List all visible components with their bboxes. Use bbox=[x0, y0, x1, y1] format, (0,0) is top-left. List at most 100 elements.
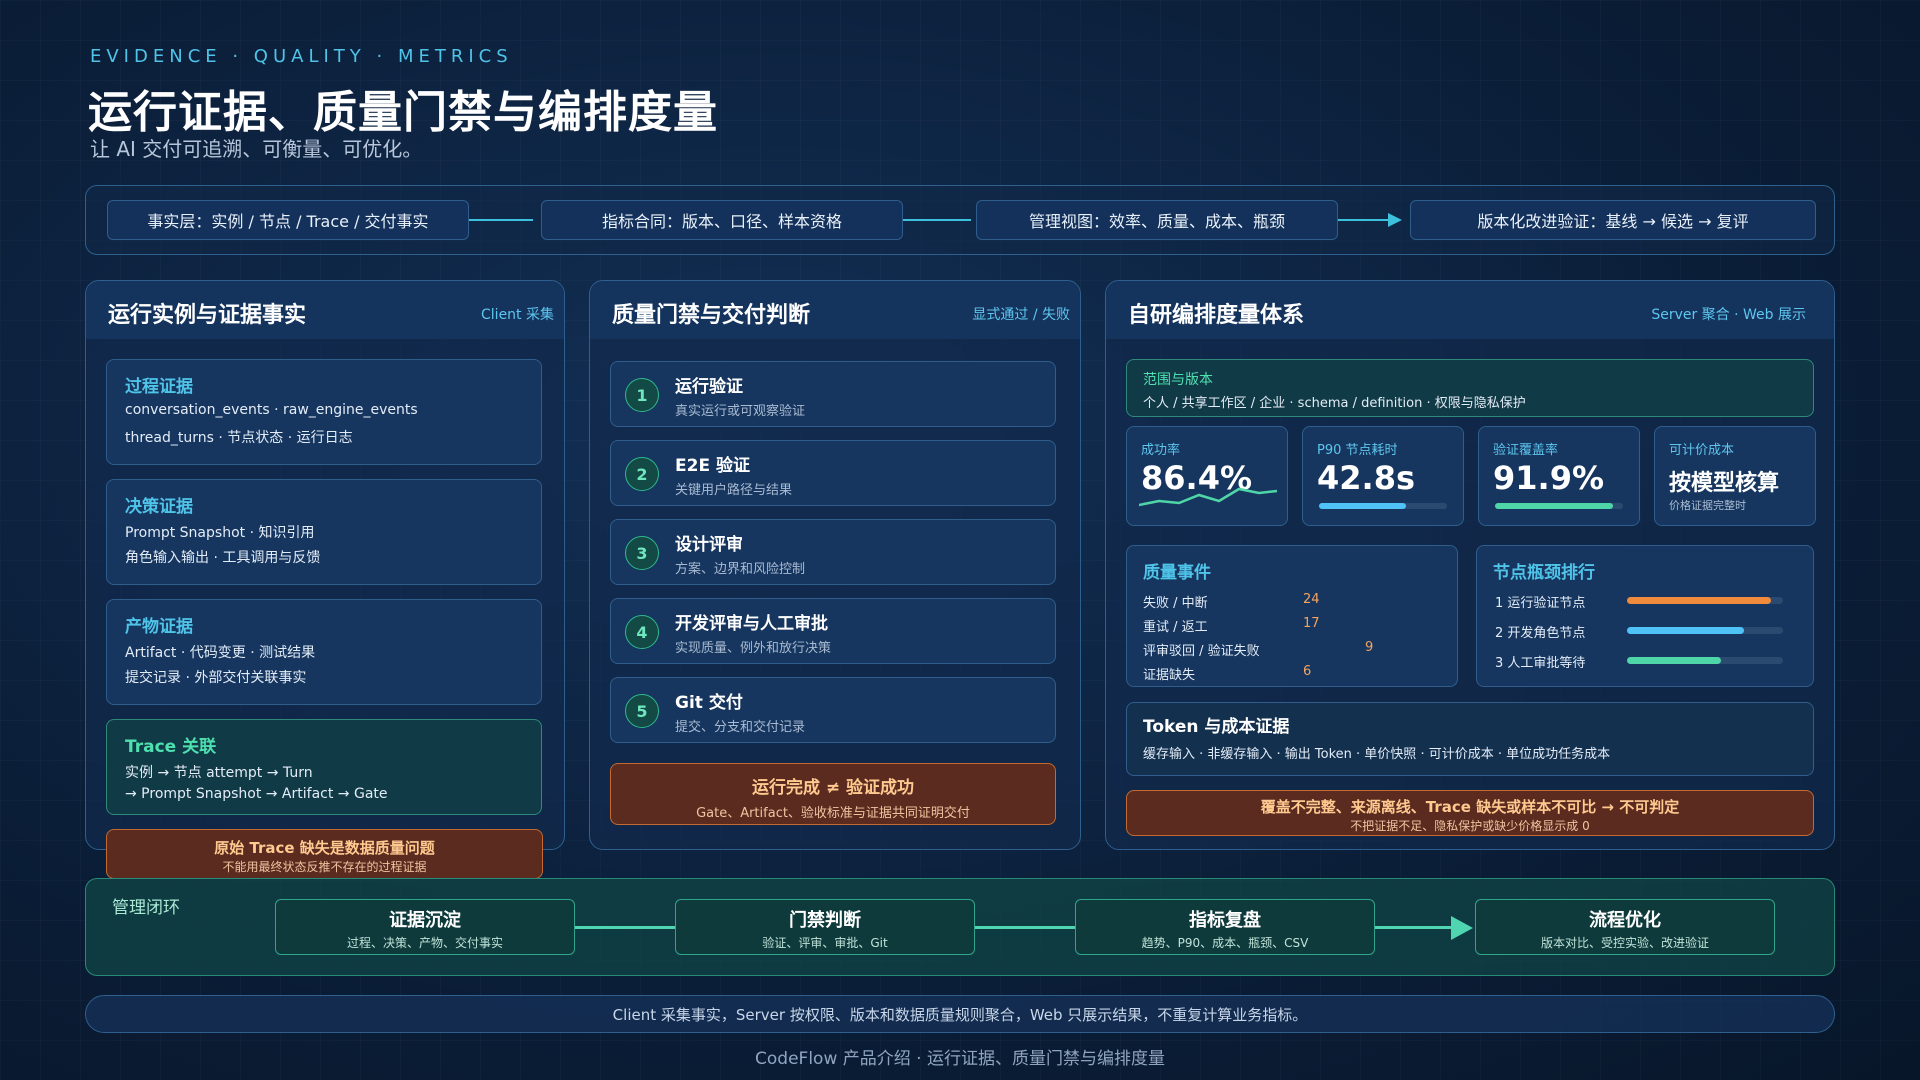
success-rate-sparkline bbox=[1139, 487, 1278, 507]
loop-step-gate: 门禁判断 验证、评审、审批、Git bbox=[675, 899, 975, 955]
panel-title: 运行实例与证据事实 bbox=[108, 303, 307, 328]
pipeline-connector bbox=[469, 219, 533, 221]
warning-main: 原始 Trace 缺失是数据质量问题 bbox=[214, 839, 435, 857]
quality-events-panel: 质量事件 失败 / 中断 24 重试 / 返工 17 评审驳回 / 验证失败 9… bbox=[1126, 545, 1458, 687]
event-count: 6 bbox=[1303, 664, 1312, 679]
event-label: 失败 / 中断 bbox=[1143, 596, 1208, 611]
loop-connector bbox=[1375, 926, 1455, 929]
panel-tag: Client 采集 bbox=[481, 307, 554, 323]
panel-title: 质量门禁与交付判断 bbox=[612, 303, 811, 328]
progress-track bbox=[1319, 503, 1447, 509]
orchestration-metrics-panel: 自研编排度量体系 Server 聚合 · Web 展示 范围与版本 个人 / 共… bbox=[1105, 280, 1835, 850]
event-label: 重试 / 返工 bbox=[1143, 620, 1208, 635]
bottleneck-track bbox=[1627, 657, 1783, 664]
card-title: Trace 关联 bbox=[125, 737, 217, 757]
kpi-value: 42.8s bbox=[1317, 459, 1415, 497]
panel-tag: 显式通过 / 失败 bbox=[972, 307, 1070, 323]
event-label: 证据缺失 bbox=[1143, 668, 1196, 683]
card-line: conversation_events · raw_engine_events bbox=[125, 402, 418, 418]
loop-step-sub: 验证、评审、审批、Git bbox=[762, 936, 888, 950]
bottleneck-label: 3 人工审批等待 bbox=[1495, 656, 1586, 671]
card-title: 过程证据 bbox=[125, 377, 193, 397]
gate-run-verification: 1 运行验证 真实运行或可观察验证 bbox=[610, 361, 1056, 427]
undeterminable-warning: 覆盖不完整、来源离线、Trace 缺失或样本不可比 → 不可判定 不把证据不足、… bbox=[1126, 790, 1814, 836]
trace-link-card: Trace 关联 实例 → 节点 attempt → Turn → Prompt… bbox=[106, 719, 542, 815]
gate-title: 设计评审 bbox=[675, 535, 743, 555]
top-pipeline: 事实层：实例 / 节点 / Trace / 交付事实 指标合同：版本、口径、样本… bbox=[85, 185, 1835, 255]
step-number-badge: 5 bbox=[625, 694, 659, 728]
bottleneck-fill bbox=[1627, 597, 1771, 604]
gate-e2e-verification: 2 E2E 验证 关键用户路径与结果 bbox=[610, 440, 1056, 506]
card-line: thread_turns · 节点状态 · 运行日志 bbox=[125, 430, 353, 446]
token-cost-desc: 缓存输入 · 非缓存输入 · 输出 Token · 单价快照 · 可计价成本 ·… bbox=[1143, 747, 1611, 762]
gate-dev-review-approval: 4 开发评审与人工审批 实现质量、例外和放行决策 bbox=[610, 598, 1056, 664]
pipeline-connector bbox=[1338, 219, 1392, 221]
arrow-right-icon bbox=[1388, 213, 1402, 227]
bottleneck-fill bbox=[1627, 657, 1721, 664]
loop-step-sub: 过程、决策、产物、交付事实 bbox=[346, 936, 503, 950]
step-number-badge: 4 bbox=[625, 615, 659, 649]
loop-step-title: 门禁判断 bbox=[789, 910, 861, 931]
event-count: 9 bbox=[1365, 640, 1374, 655]
page-subtitle: 让 AI 交付可追溯、可衡量、可优化。 bbox=[90, 137, 423, 161]
bottleneck-title: 节点瓶颈排行 bbox=[1493, 563, 1595, 583]
loop-step-title: 指标复盘 bbox=[1189, 910, 1261, 931]
gate-desc: 实现质量、例外和放行决策 bbox=[675, 641, 832, 656]
event-count: 24 bbox=[1303, 592, 1320, 607]
panel-tag: Server 聚合 · Web 展示 bbox=[1651, 307, 1806, 323]
loop-step-sub: 趋势、P90、成本、瓶颈、CSV bbox=[1141, 936, 1309, 950]
step-number-badge: 2 bbox=[625, 457, 659, 491]
step-number-badge: 1 bbox=[625, 378, 659, 412]
kpi-value: 91.9% bbox=[1493, 459, 1605, 497]
card-line: Artifact · 代码变更 · 测试结果 bbox=[125, 645, 316, 661]
kpi-success-rate: 成功率 86.4% bbox=[1126, 426, 1288, 526]
bottleneck-label: 2 开发角色节点 bbox=[1495, 626, 1586, 641]
panel-title: 自研编排度量体系 bbox=[1128, 303, 1305, 328]
loop-step-title: 证据沉淀 bbox=[389, 910, 461, 931]
footer: CodeFlow 产品介绍 · 运行证据、质量门禁与编排度量 bbox=[755, 1049, 1165, 1069]
bottleneck-label: 1 运行验证节点 bbox=[1495, 596, 1586, 611]
decision-evidence-card: 决策证据 Prompt Snapshot · 知识引用 角色输入输出 · 工具调… bbox=[106, 479, 542, 585]
kpi-value: 按模型核算 bbox=[1669, 471, 1780, 496]
token-cost-card: Token 与成本证据 缓存输入 · 非缓存输入 · 输出 Token · 单价… bbox=[1126, 702, 1814, 776]
gate-title: Git 交付 bbox=[675, 693, 743, 713]
pipeline-step-versioned-improvement: 版本化改进验证：基线 → 候选 → 复评 bbox=[1410, 200, 1816, 240]
bottleneck-ranking-panel: 节点瓶颈排行 1 运行验证节点 2 开发角色节点 3 人工审批等待 bbox=[1476, 545, 1814, 687]
loop-step-review: 指标复盘 趋势、P90、成本、瓶颈、CSV bbox=[1075, 899, 1375, 955]
card-line: 实例 → 节点 attempt → Turn bbox=[125, 765, 313, 781]
kpi-p90-node-duration: P90 节点耗时 42.8s bbox=[1302, 426, 1464, 526]
eyebrow: EVIDENCE · QUALITY · METRICS bbox=[90, 46, 513, 67]
kpi-label: 验证覆盖率 bbox=[1493, 443, 1559, 458]
warning-main: 运行完成 ≠ 验证成功 bbox=[751, 778, 915, 798]
arrow-right-icon bbox=[1451, 916, 1473, 940]
card-line: 提交记录 · 外部交付关联事实 bbox=[125, 670, 307, 686]
loop-step-optimize: 流程优化 版本对比、受控实验、改进验证 bbox=[1475, 899, 1775, 955]
page-title: 运行证据、质量门禁与编排度量 bbox=[88, 87, 718, 138]
warning-main: 覆盖不完整、来源离线、Trace 缺失或样本不可比 → 不可判定 bbox=[1260, 798, 1680, 816]
card-line: 角色输入输出 · 工具调用与反馈 bbox=[125, 550, 321, 566]
event-count: 17 bbox=[1303, 616, 1320, 631]
warning-sub: 不能用最终状态反推不存在的过程证据 bbox=[222, 860, 427, 874]
gate-design-review: 3 设计评审 方案、边界和风险控制 bbox=[610, 519, 1056, 585]
quality-events-title: 质量事件 bbox=[1143, 563, 1211, 583]
event-label: 评审驳回 / 验证失败 bbox=[1143, 644, 1260, 659]
loop-connector bbox=[975, 926, 1075, 929]
loop-label: 管理闭环 bbox=[112, 898, 180, 918]
gate-title: E2E 验证 bbox=[675, 456, 750, 476]
gate-git-delivery: 5 Git 交付 提交、分支和交付记录 bbox=[610, 677, 1056, 743]
step-number-badge: 3 bbox=[625, 536, 659, 570]
card-title: 决策证据 bbox=[125, 497, 193, 517]
kpi-sub: 价格证据完整时 bbox=[1669, 499, 1746, 512]
gate-desc: 关键用户路径与结果 bbox=[675, 483, 793, 498]
gate-desc: 提交、分支和交付记录 bbox=[675, 720, 806, 735]
scope-title: 范围与版本 bbox=[1143, 372, 1213, 388]
progress-track bbox=[1495, 503, 1623, 509]
warning-sub: Gate、Artifact、验收标准与证据共同证明交付 bbox=[696, 806, 970, 821]
pipeline-step-management-view: 管理视图：效率、质量、成本、瓶颈 bbox=[976, 200, 1338, 240]
gate-desc: 真实运行或可观察验证 bbox=[675, 404, 806, 419]
warning-sub: 不把证据不足、隐私保护或缺少价格显示成 0 bbox=[1350, 819, 1590, 833]
architecture-note: Client 采集事实，Server 按权限、版本和数据质量规则聚合，Web 只… bbox=[85, 995, 1835, 1033]
evidence-panel: 运行实例与证据事实 Client 采集 过程证据 conversation_ev… bbox=[85, 280, 565, 850]
card-title: 产物证据 bbox=[125, 617, 193, 637]
quality-gate-panel: 质量门禁与交付判断 显式通过 / 失败 1 运行验证 真实运行或可观察验证 2 … bbox=[589, 280, 1081, 850]
